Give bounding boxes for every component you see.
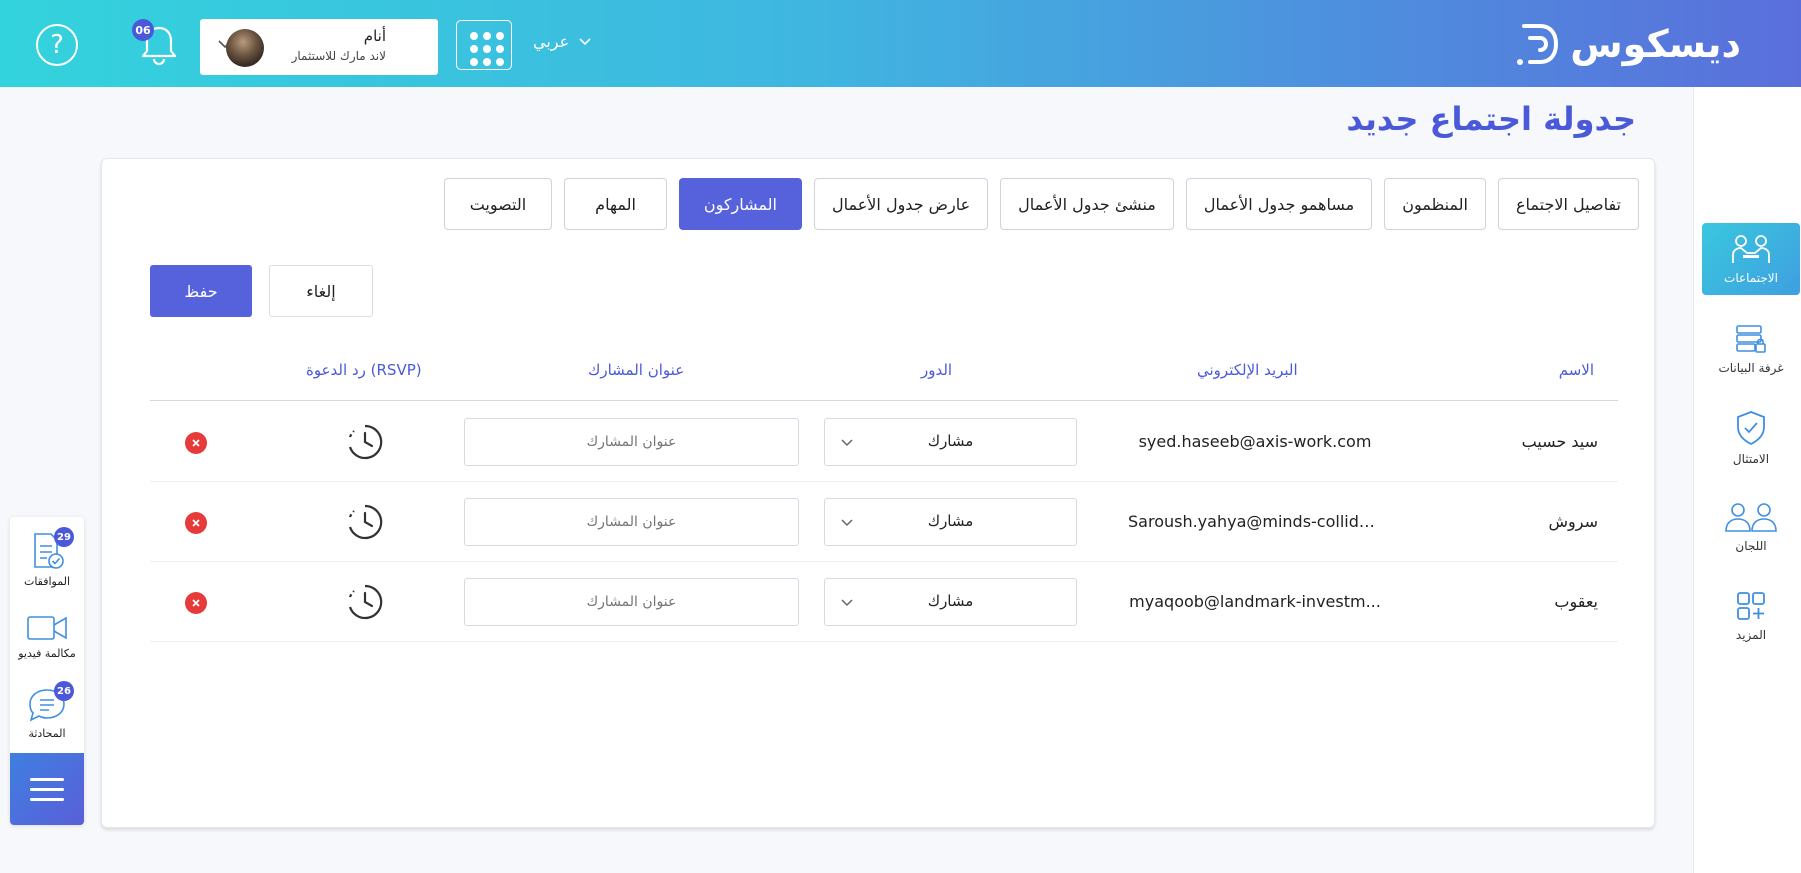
close-icon [192,519,200,527]
avatar [226,29,264,67]
chevron-down-icon [579,37,591,45]
sidebar-item-label: الامتثال [1732,452,1770,466]
language-label: عربي [533,32,570,51]
right-sidebar: الاجتماعات غرفة البيانات الامتثال اللجان [1693,87,1801,873]
remove-participant-button[interactable] [185,592,207,614]
page-title: جدولة اجتماع جديد [1346,100,1636,138]
tab-agenda-viewer[interactable]: عارض جدول الأعمال [813,178,989,230]
tab-participants[interactable]: المشاركون [678,178,802,230]
close-icon [192,599,200,607]
column-header-name: الاسم [1558,361,1594,379]
more-grid-icon [1737,592,1765,620]
participant-title-input[interactable] [464,498,799,546]
shield-check-icon [1737,411,1765,446]
help-icon[interactable]: ? [36,24,78,66]
chat-badge: 26 [54,681,74,701]
quick-access-panel: الموافقات 29 مكالمة فيديو المحادثة 26 [10,517,84,825]
remove-participant-button[interactable] [185,432,207,454]
participant-title-input[interactable] [464,418,799,466]
role-value: مشارك [927,432,974,450]
hamburger-menu-button[interactable] [10,753,84,825]
sidebar-item-data-room[interactable]: غرفة البيانات [1702,313,1800,385]
video-call-label: مكالمة فيديو [18,647,76,660]
meetings-icon [1732,235,1770,263]
sidebar-item-label: غرفة البيانات [1718,361,1784,375]
tab-bar: تفاصيل الاجتماع المنظمون مساهمو جدول الأ… [443,178,1639,230]
table-row: يعقوب myaqoob@landmark-investm... مشارك [150,562,1618,642]
table-row: سروش Saroush.yahya@minds-collide... مشار… [150,482,1618,562]
role-select[interactable]: مشارك [824,578,1077,626]
table-header: الاسم البريد الإلكتروني الدور عنوان المش… [150,359,1618,401]
tab-agenda-contributors[interactable]: مساهمو جدول الأعمال [1185,178,1373,230]
participant-name: سروش [1548,512,1599,531]
sidebar-item-meetings[interactable]: الاجتماعات [1702,223,1800,295]
language-selector[interactable]: عربي [533,32,593,51]
sidebar-item-label: اللجان [1735,539,1767,553]
participant-email: myaqoob@landmark-investm... [1129,592,1381,611]
approvals-label: الموافقات [23,575,71,588]
user-name: أنام [363,27,386,45]
sidebar-item-label: المزيد [1735,628,1767,642]
video-camera-icon [27,616,67,640]
role-select[interactable]: مشارك [824,498,1077,546]
role-value: مشارك [927,592,974,610]
participant-name: يعقوب [1554,592,1598,611]
chat-label: المحادثة [28,727,66,740]
data-room-icon [1736,325,1766,353]
remove-participant-button[interactable] [185,512,207,534]
user-menu[interactable]: أنام لاند مارك للاستثمار [200,19,438,75]
close-icon [192,439,200,447]
apps-grid-button[interactable] [456,20,512,70]
column-header-role: الدور [921,361,953,379]
tab-voting[interactable]: التصويت [443,178,553,230]
sidebar-item-label: الاجتماعات [1724,271,1778,285]
video-call-button[interactable]: مكالمة فيديو [10,613,84,660]
rsvp-pending-clock-icon [348,424,383,460]
approvals-badge: 29 [54,527,74,547]
participant-email: syed.haseeb@axis-work.com [1138,432,1372,451]
column-header-title: عنوان المشارك [588,361,685,379]
role-value: مشارك [927,512,974,530]
sidebar-item-committees[interactable]: اللجان [1702,491,1800,563]
committees-icon [1725,503,1777,532]
tab-agenda-builder[interactable]: منشئ جدول الأعمال [1000,178,1174,230]
participant-email: Saroush.yahya@minds-collide... [1128,512,1382,531]
table-row: سيد حسيب syed.haseeb@axis-work.com مشارك [150,402,1618,482]
sidebar-item-more[interactable]: المزيد [1702,580,1800,652]
tab-tasks[interactable]: المهام [564,178,667,230]
sidebar-item-compliance[interactable]: الامتثال [1702,402,1800,474]
participant-title-input[interactable] [464,578,799,626]
app-logo[interactable]: ديسكوس [1510,16,1741,72]
save-button[interactable]: حفظ [150,265,252,317]
tab-meeting-details[interactable]: تفاصيل الاجتماع [1498,178,1639,230]
tab-organizers[interactable]: المنظمون [1384,178,1486,230]
participants-card: تفاصيل الاجتماع المنظمون مساهمو جدول الأ… [101,158,1655,828]
user-organization: لاند مارك للاستثمار [291,49,386,63]
notifications-badge: 06 [132,19,154,41]
top-header: ? 06 أنام لاند مارك للاستثمار عربي ديسكو… [0,0,1801,87]
rsvp-pending-clock-icon [348,504,383,540]
column-header-email: البريد الإلكتروني [1197,361,1298,379]
logo-text: ديسكوس [1570,22,1741,66]
cancel-button[interactable]: إلغاء [269,265,373,317]
participant-name: سيد حسيب [1521,432,1598,451]
rsvp-pending-clock-icon [348,584,383,620]
column-header-rsvp: رد الدعوة (RSVP) [306,361,422,379]
role-select[interactable]: مشارك [824,418,1077,466]
logo-mark-icon [1517,24,1559,65]
